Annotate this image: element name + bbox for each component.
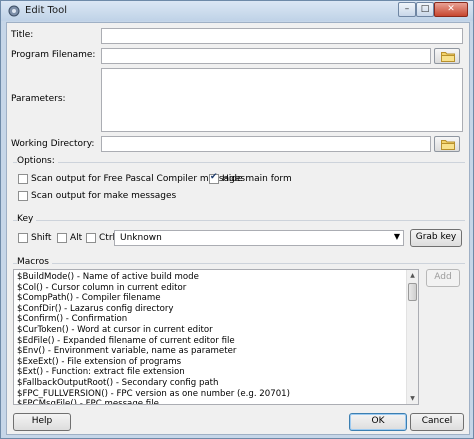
browse-directory-button[interactable] bbox=[434, 136, 460, 152]
program-filename-label: Program Filename: bbox=[11, 50, 96, 60]
macros-listbox[interactable]: $FPCMsgFile() - FPC message file $FPC_FUL… bbox=[13, 269, 419, 405]
macros-group-label: Macros bbox=[17, 257, 52, 267]
macro-list-item[interactable]: $ConfDir() - Lazarus config directory bbox=[17, 304, 174, 314]
macro-list-item[interactable]: $Ext() - Function: extract file extensio… bbox=[17, 367, 185, 377]
scan-fpc-checkbox[interactable] bbox=[18, 174, 28, 184]
hide-main-form-label[interactable]: Hide main form bbox=[222, 174, 292, 184]
scan-make-label[interactable]: Scan output for make messages bbox=[31, 191, 176, 201]
key-combobox[interactable]: Unknown ▼ bbox=[114, 230, 404, 246]
minimize-button[interactable]: – bbox=[398, 2, 416, 17]
parameters-textarea[interactable] bbox=[101, 68, 463, 132]
macro-list-item[interactable]: $Confirm() - Confirmation bbox=[17, 314, 127, 324]
macro-list-item[interactable]: $Col() - Cursor column in current editor bbox=[17, 283, 186, 293]
macro-list-item[interactable]: $CompPath() - Compiler filename bbox=[17, 293, 161, 303]
browse-program-button[interactable] bbox=[434, 48, 460, 64]
scroll-down-icon[interactable]: ▼ bbox=[407, 393, 418, 404]
help-button[interactable]: Help bbox=[13, 413, 71, 431]
program-filename-input[interactable] bbox=[101, 48, 431, 64]
chevron-down-icon[interactable]: ▼ bbox=[394, 232, 400, 241]
working-directory-input[interactable] bbox=[101, 136, 431, 152]
scroll-up-icon[interactable]: ▲ bbox=[407, 270, 418, 281]
close-button[interactable]: ✕ bbox=[434, 2, 468, 17]
macro-list-item[interactable]: $FPC_FULLVERSION() - FPC version as one … bbox=[17, 389, 290, 399]
alt-label[interactable]: Alt bbox=[70, 233, 82, 243]
title-label: Title: bbox=[11, 30, 34, 40]
title-input[interactable] bbox=[101, 28, 463, 44]
options-divider bbox=[13, 162, 465, 163]
ctrl-checkbox[interactable] bbox=[86, 233, 96, 243]
macro-list-item[interactable]: $ExeExt() - File extension of programs bbox=[17, 357, 181, 367]
macros-divider bbox=[13, 263, 465, 264]
key-group-label: Key bbox=[17, 214, 37, 224]
macro-list-item[interactable]: $EdFile() - Expanded filename of current… bbox=[17, 336, 235, 346]
dialog-body: Title: Program Filename: Parameters: Wor… bbox=[6, 22, 470, 435]
key-divider bbox=[13, 220, 465, 221]
folder-icon bbox=[441, 140, 455, 150]
options-group-label: Options: bbox=[17, 156, 58, 166]
macro-list-item[interactable]: $BuildMode() - Name of active build mode bbox=[17, 272, 199, 282]
app-gear-icon bbox=[7, 4, 21, 18]
macro-list-item[interactable]: $FPCMsgFile() - FPC message file bbox=[17, 399, 159, 404]
cancel-button[interactable]: Cancel bbox=[410, 413, 464, 431]
maximize-button[interactable]: □ bbox=[416, 2, 434, 17]
edit-tool-window: Edit Tool – □ ✕ Title: Program Filename:… bbox=[0, 0, 474, 439]
hide-main-form-checkbox[interactable] bbox=[209, 172, 219, 184]
scroll-thumb[interactable] bbox=[408, 283, 417, 301]
ok-button[interactable]: OK bbox=[349, 413, 407, 431]
grab-key-button[interactable]: Grab key bbox=[410, 229, 462, 247]
folder-icon bbox=[441, 52, 455, 62]
macro-list-item[interactable]: $FallbackOutputRoot() - Secondary config… bbox=[17, 378, 219, 388]
add-macro-button[interactable]: Add bbox=[426, 269, 460, 287]
macros-scrollbar[interactable]: ▲ ▼ bbox=[406, 270, 418, 404]
alt-checkbox[interactable] bbox=[57, 233, 67, 243]
macro-list-item[interactable]: $Env() - Environment variable, name as p… bbox=[17, 346, 236, 356]
working-directory-label: Working Directory: bbox=[11, 139, 95, 149]
shift-checkbox[interactable] bbox=[18, 233, 28, 243]
scan-make-checkbox[interactable] bbox=[18, 191, 28, 201]
ctrl-label[interactable]: Ctrl bbox=[99, 233, 115, 243]
macro-list-item[interactable]: $CurToken() - Word at cursor in current … bbox=[17, 325, 213, 335]
window-title: Edit Tool bbox=[25, 5, 67, 16]
shift-label[interactable]: Shift bbox=[31, 233, 51, 243]
key-combobox-value: Unknown bbox=[120, 233, 162, 243]
title-bar[interactable]: Edit Tool – □ ✕ bbox=[1, 1, 473, 21]
parameters-label: Parameters: bbox=[11, 94, 66, 104]
